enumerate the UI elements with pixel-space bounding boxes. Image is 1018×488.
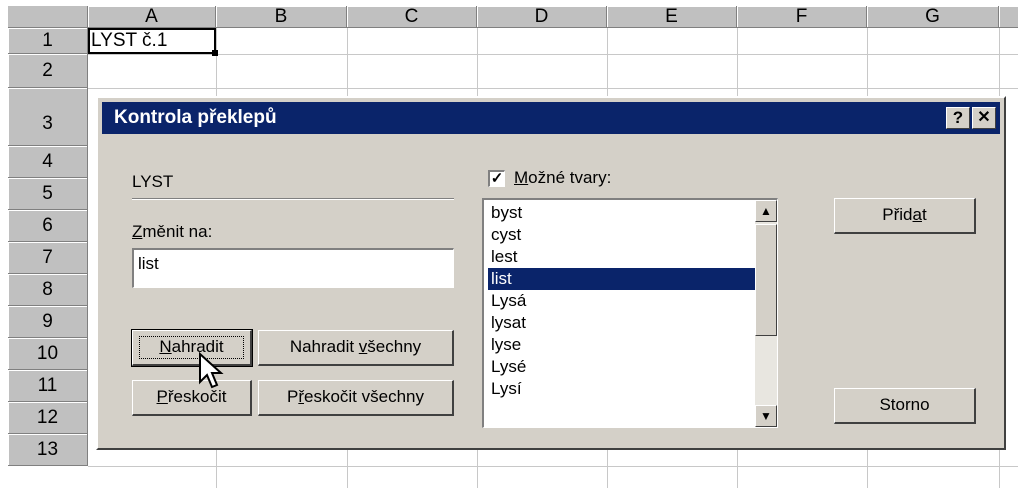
list-item-selected[interactable]: list — [487, 267, 759, 291]
list-item[interactable]: lysat — [488, 312, 758, 334]
cell-a1[interactable]: LYST č.1 — [88, 28, 216, 54]
row-header-8[interactable]: 8 — [8, 274, 88, 306]
list-item[interactable]: byst — [488, 202, 758, 224]
scroll-down-icon[interactable]: ▼ — [755, 405, 777, 427]
row-header-7[interactable]: 7 — [8, 242, 88, 274]
replace-all-button[interactable]: Nahradit všechny — [258, 330, 454, 366]
close-button[interactable]: ✕ — [972, 107, 996, 129]
unknown-word: LYST — [132, 172, 174, 191]
column-header-b[interactable]: B — [216, 6, 347, 28]
row-header-9[interactable]: 9 — [8, 306, 88, 338]
skip-all-button[interactable]: Přeskočit všechny — [258, 380, 454, 416]
dialog-titlebar[interactable]: Kontrola překlepů ? ✕ — [102, 102, 1000, 134]
change-to-input[interactable]: list — [132, 248, 454, 288]
select-all-corner[interactable] — [8, 6, 88, 28]
suggestions-listbox[interactable]: byst cyst lest list Lysá lysat lyse Lysé… — [482, 198, 778, 428]
list-item[interactable]: Lysí — [488, 378, 758, 400]
replace-button[interactable]: Nahradit — [131, 329, 253, 367]
separator — [132, 198, 454, 200]
list-item[interactable]: Lysé — [488, 356, 758, 378]
cancel-button[interactable]: Storno — [834, 388, 976, 424]
row-header-2[interactable]: 2 — [8, 54, 88, 88]
column-header-e[interactable]: E — [607, 6, 737, 28]
column-header-f[interactable]: F — [737, 6, 867, 28]
row-header-6[interactable]: 6 — [8, 210, 88, 242]
list-item[interactable]: lyse — [488, 334, 758, 356]
gridline — [88, 54, 1018, 55]
column-header-g[interactable]: G — [867, 6, 999, 28]
list-scrollbar[interactable]: ▲ ▼ — [755, 200, 777, 427]
suggestions-label: Možné tvary: — [514, 168, 612, 187]
row-header-10[interactable]: 10 — [8, 338, 88, 370]
row-header-4[interactable]: 4 — [8, 146, 88, 178]
add-button[interactable]: Přidat — [834, 198, 976, 234]
dialog-title: Kontrola překlepů — [114, 107, 277, 128]
column-header-c[interactable]: C — [347, 6, 477, 28]
row-header-5[interactable]: 5 — [8, 178, 88, 210]
scroll-thumb[interactable] — [755, 224, 777, 336]
list-item[interactable]: cyst — [488, 224, 758, 246]
spelling-dialog: Kontrola překlepů ? ✕ LYST Změnit na: li… — [96, 96, 1006, 450]
column-header-d[interactable]: D — [477, 6, 607, 28]
gridline — [88, 466, 1018, 467]
row-header-3[interactable]: 3 — [8, 88, 88, 146]
focus-rect — [139, 336, 244, 359]
suggestions-checkbox[interactable]: ✓ — [488, 170, 505, 187]
change-to-label: Změnit na: — [132, 222, 213, 241]
column-header-a[interactable]: A — [88, 6, 216, 28]
gridline — [88, 88, 1018, 89]
row-header-12[interactable]: 12 — [8, 402, 88, 434]
mouse-pointer-icon — [199, 352, 224, 389]
skip-button[interactable]: Přeskočit — [132, 380, 252, 416]
row-header-11[interactable]: 11 — [8, 370, 88, 402]
row-header-1[interactable]: 1 — [8, 28, 88, 54]
list-item[interactable]: lest — [488, 246, 758, 268]
column-header-h[interactable] — [999, 6, 1018, 28]
row-header-13[interactable]: 13 — [8, 434, 88, 466]
help-button[interactable]: ? — [946, 107, 970, 129]
fill-handle[interactable] — [212, 50, 218, 56]
list-item[interactable]: Lysá — [488, 290, 758, 312]
scroll-up-icon[interactable]: ▲ — [755, 200, 777, 222]
